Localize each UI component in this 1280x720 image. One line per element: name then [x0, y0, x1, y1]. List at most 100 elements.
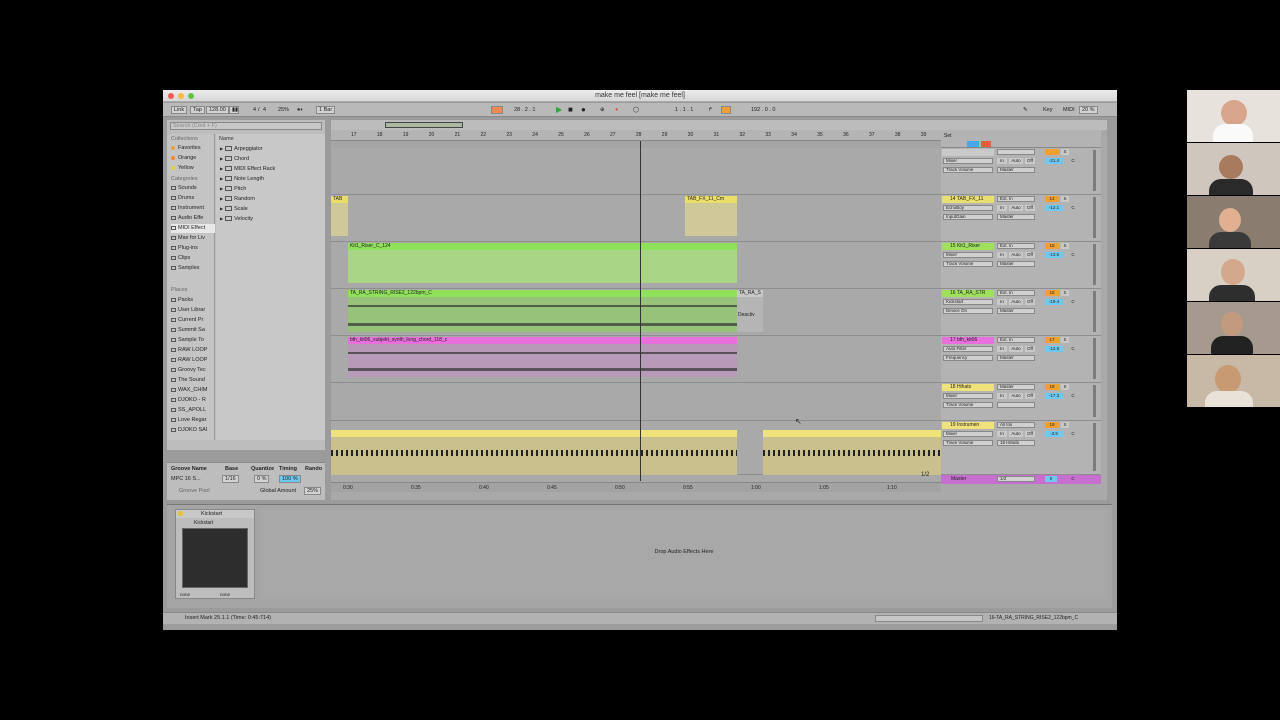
monitor-auto-button[interactable]: Auto: [1009, 393, 1023, 399]
track-pan[interactable]: C: [1067, 158, 1079, 164]
audio-output-chooser[interactable]: Master: [997, 355, 1035, 361]
automation-device-chooser[interactable]: Mixer: [943, 158, 993, 164]
category-item[interactable]: Drums: [171, 194, 215, 203]
sidechain-a[interactable]: none: [180, 592, 190, 597]
category-item[interactable]: MIDI Effect: [171, 224, 215, 233]
track-lane[interactable]: [331, 195, 941, 242]
input-type-chooser[interactable]: All Ins: [997, 422, 1035, 428]
track-pan[interactable]: C: [1067, 346, 1079, 352]
record-quantize-icon[interactable]: ●◐: [297, 106, 304, 114]
input-type-chooser[interactable]: Ext. In: [997, 337, 1035, 343]
browser-item[interactable]: ▶ MIDI Effect Rack: [220, 164, 275, 174]
monitor-in-button[interactable]: In: [997, 158, 1007, 164]
track-pan[interactable]: C: [1067, 431, 1079, 437]
monitor-off-button[interactable]: Off: [1025, 393, 1035, 399]
track-volume[interactable]: -17.3: [1045, 393, 1063, 399]
solo-button[interactable]: S: [1061, 290, 1069, 296]
track-volume[interactable]: -13.5: [1045, 252, 1063, 258]
automation-parameter-chooser[interactable]: InputGain: [943, 214, 993, 220]
audio-output-chooser[interactable]: 18 Hihats: [997, 440, 1035, 446]
browser-item[interactable]: ▶ Note Length: [220, 174, 264, 184]
track-activator[interactable]: 17: [1045, 337, 1059, 343]
track-activator[interactable]: 14: [1045, 196, 1059, 202]
song-position[interactable]: 28 . 2 . 1: [514, 106, 535, 114]
time-ruler[interactable]: 0:30 0:35 0:40 0:45 0:50 0:55 1:00 1:05 1:10: [331, 482, 941, 492]
record-button[interactable]: ●: [581, 106, 586, 114]
track-pan[interactable]: C: [1067, 252, 1079, 258]
place-item[interactable]: Love Regar: [171, 416, 215, 425]
place-item[interactable]: User Librar: [171, 306, 215, 315]
automation-device-chooser[interactable]: Mixer: [943, 252, 993, 258]
category-item[interactable]: Sounds: [171, 184, 215, 193]
solo-button[interactable]: S: [1061, 243, 1069, 249]
category-item[interactable]: Audio Effe: [171, 214, 215, 223]
stop-button[interactable]: ■: [568, 106, 573, 114]
browser-item[interactable]: ▶ Arpeggiator: [220, 144, 263, 154]
input-type-chooser[interactable]: Ext. In: [997, 290, 1035, 296]
track-volume[interactable]: -21.4: [1045, 158, 1063, 164]
browser-item[interactable]: ▶ Velocity: [220, 214, 253, 224]
automation-parameter-chooser[interactable]: Device On: [943, 308, 993, 314]
solo-button[interactable]: S: [1061, 384, 1069, 390]
track-name[interactable]: 14 TAB_FX_11: [942, 196, 994, 203]
minimize-window-button[interactable]: [178, 93, 184, 99]
browser-item[interactable]: ▶ Chord: [220, 154, 249, 164]
monitor-auto-button[interactable]: Auto: [1009, 158, 1023, 164]
solo-button[interactable]: S: [1061, 337, 1069, 343]
audio-output-chooser[interactable]: Master: [997, 308, 1035, 314]
audio-output-chooser[interactable]: Master: [997, 261, 1035, 267]
track-lane[interactable]: [331, 383, 941, 421]
audio-output-chooser[interactable]: Master: [997, 214, 1035, 220]
category-item[interactable]: Instrument: [171, 204, 215, 213]
master-track[interactable]: Master 1/2 0 C: [941, 475, 1101, 484]
clip-hihats-a[interactable]: [331, 430, 737, 475]
clip-fx-b[interactable]: TAB_FX_11_Cm: [685, 196, 737, 236]
play-button[interactable]: ▶: [556, 106, 562, 114]
place-item[interactable]: WAX_CHIM: [171, 386, 215, 395]
monitor-auto-button[interactable]: Auto: [1009, 299, 1023, 305]
groove-amount[interactable]: 25%: [278, 106, 289, 114]
track-name[interactable]: 15 Kit1_Riser: [942, 243, 994, 250]
category-item[interactable]: Plug-ins: [171, 244, 215, 253]
collection-item[interactable]: Yellow: [171, 164, 215, 173]
input-type-chooser[interactable]: Ext. In: [997, 243, 1035, 249]
draw-mode-icon[interactable]: ✎: [1023, 106, 1028, 114]
clip-synth[interactable]: bth_kit06_subjekt_synth_long_chord_118_c: [348, 337, 737, 377]
overview-strip[interactable]: [331, 120, 1107, 130]
place-item[interactable]: Current Pr: [171, 316, 215, 325]
monitor-in-button[interactable]: In: [997, 299, 1007, 305]
loop-switch[interactable]: [721, 106, 731, 114]
metronome-icon[interactable]: ▮▮: [229, 106, 239, 114]
overdub-icon[interactable]: ⊕: [600, 106, 605, 114]
track-activator[interactable]: [1045, 149, 1059, 155]
track-volume[interactable]: -12.1: [1045, 205, 1063, 211]
master-value[interactable]: 1/2: [997, 476, 1035, 482]
place-item[interactable]: Summit Sa: [171, 326, 215, 335]
automation-parameter-chooser[interactable]: Track Volume: [943, 261, 993, 267]
arm-toggle[interactable]: [981, 141, 991, 147]
input-type-chooser[interactable]: Ext. In: [997, 196, 1035, 202]
monitor-auto-button[interactable]: Auto: [1009, 252, 1023, 258]
category-item[interactable]: Clips: [171, 254, 215, 263]
monitor-off-button[interactable]: Off: [1025, 346, 1035, 352]
browser-item[interactable]: ▶ Pitch: [220, 184, 246, 194]
reenable-automation-icon[interactable]: ◯: [633, 106, 639, 114]
clip-hihats-b[interactable]: [763, 430, 941, 475]
tap-tempo-button[interactable]: Tap: [190, 106, 205, 114]
track-name[interactable]: 16 TA_RA_STR: [942, 290, 994, 297]
monitor-auto-button[interactable]: Auto: [1009, 431, 1023, 437]
solo-button[interactable]: S: [1061, 422, 1069, 428]
place-item[interactable]: DJOKO - R: [171, 396, 215, 405]
loop-length[interactable]: 192 . 0 . 0: [751, 106, 775, 114]
place-item[interactable]: SS_APOLL: [171, 406, 215, 415]
track-pan[interactable]: C: [1067, 205, 1079, 211]
disclosure-icon[interactable]: ▶: [220, 166, 223, 171]
place-item[interactable]: DJOKO SAI: [171, 426, 215, 435]
place-item[interactable]: Groovy Tec: [171, 366, 215, 375]
place-item[interactable]: Sample To: [171, 336, 215, 345]
zoom-window-button[interactable]: [188, 93, 194, 99]
clip-string[interactable]: TA_RA_STRING_RISE2_122bpm_C: [348, 290, 737, 332]
monitor-auto-button[interactable]: Auto: [1009, 205, 1023, 211]
automation-device-chooser[interactable]: Mixer: [943, 393, 993, 399]
browser-item[interactable]: ▶ Scale: [220, 204, 248, 214]
